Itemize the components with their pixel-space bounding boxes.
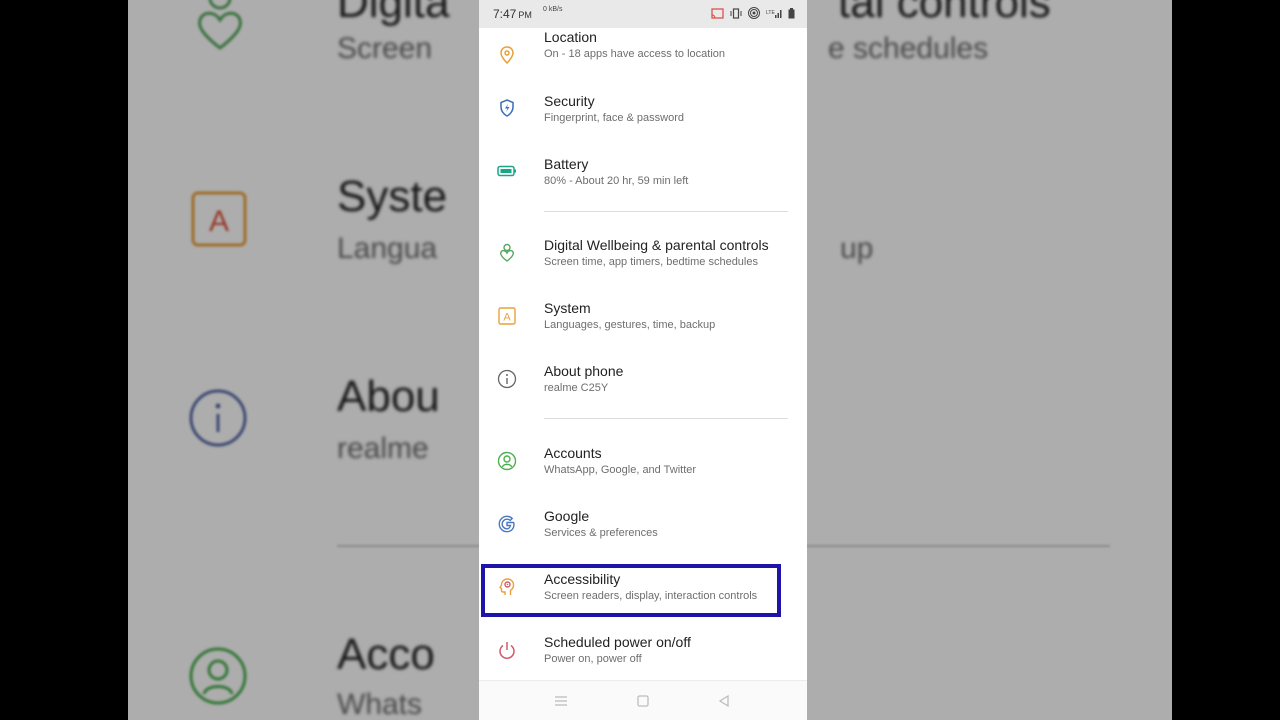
svg-text:LTE: LTE xyxy=(766,10,775,16)
bg-title-about: Abou xyxy=(337,372,440,421)
bg-system-icon: A xyxy=(191,191,247,247)
settings-item-google[interactable]: Google Services & preferences xyxy=(479,492,807,555)
google-icon xyxy=(498,515,515,532)
bg-info-icon xyxy=(189,389,247,447)
settings-item-digital-wellbeing[interactable]: Digital Wellbeing & parental controls Sc… xyxy=(479,221,807,284)
settings-item-scheduled-power[interactable]: Scheduled power on/off Power on, power o… xyxy=(479,618,807,681)
back-nav-icon[interactable] xyxy=(716,693,732,709)
bg-sub-about: realme xyxy=(337,432,429,465)
phone-screen: 7:47 PM 0 kB/s LTE Location On - 18 apps … xyxy=(479,0,807,720)
bg-accounts-icon xyxy=(189,647,247,705)
settings-item-subtitle: realme C25Y xyxy=(544,382,609,394)
accessibility-highlight-box xyxy=(481,564,781,617)
bg-title-wellbeing-right: tal controls xyxy=(838,0,1051,27)
status-time: 7:47 PM xyxy=(493,7,532,21)
settings-item-subtitle: 80% - About 20 hr, 59 min left xyxy=(544,175,689,187)
settings-item-title: About phone xyxy=(544,363,624,379)
accounts-icon xyxy=(497,451,517,470)
settings-item-title: Digital Wellbeing & parental controls xyxy=(544,237,769,253)
status-icons: LTE xyxy=(711,7,795,19)
settings-item-title: Scheduled power on/off xyxy=(544,634,691,650)
system-icon: A xyxy=(498,306,516,325)
settings-item-subtitle: Services & preferences xyxy=(544,527,658,539)
bg-sub-wellbeing-right: e schedules xyxy=(828,32,989,65)
svg-text:A: A xyxy=(209,205,229,238)
status-data-rate: 0 kB/s xyxy=(543,6,563,13)
settings-item-battery[interactable]: Battery 80% - About 20 hr, 59 min left xyxy=(479,139,807,202)
bg-sub-wellbeing: Screen xyxy=(337,32,433,65)
wellbeing-icon xyxy=(499,243,515,262)
vibrate-icon xyxy=(730,7,742,19)
settings-item-subtitle: On - 18 apps have access to location xyxy=(544,48,725,60)
bg-wellbeing-icon xyxy=(198,0,242,50)
status-time-ampm: PM xyxy=(518,10,532,20)
settings-item-title: Google xyxy=(544,508,590,524)
settings-item-subtitle: Screen time, app timers, bedtime schedul… xyxy=(544,256,758,268)
info-icon xyxy=(497,369,517,388)
settings-item-subtitle: WhatsApp, Google, and Twitter xyxy=(544,464,697,476)
settings-item-security[interactable]: Security Fingerprint, face & password xyxy=(479,76,807,139)
navigation-bar xyxy=(479,680,807,720)
settings-item-title: System xyxy=(544,300,591,316)
section-divider xyxy=(544,211,788,212)
settings-item-subtitle: Power on, power off xyxy=(544,653,642,665)
bg-title-accounts: Acco xyxy=(337,630,435,679)
signal-icon: LTE xyxy=(766,9,782,18)
battery-icon xyxy=(497,165,516,176)
bg-sub-accounts: Whats xyxy=(337,688,423,720)
settings-item-title: Security xyxy=(544,93,595,109)
settings-item-about-phone[interactable]: About phone realme C25Y xyxy=(479,347,807,410)
bg-title-system: Syste xyxy=(337,172,448,221)
settings-item-title: Location xyxy=(544,29,597,45)
bg-sub-system: Langua xyxy=(337,232,438,265)
location-icon xyxy=(500,45,514,64)
bg-sub-system-right: up xyxy=(840,232,874,265)
settings-item-title: Accounts xyxy=(544,445,602,461)
bg-title-wellbeing: Digita xyxy=(337,0,450,27)
home-nav-icon[interactable] xyxy=(635,693,651,709)
power-icon xyxy=(499,641,515,659)
settings-item-subtitle: Fingerprint, face & password xyxy=(544,112,685,124)
battery-status-icon xyxy=(788,7,795,18)
settings-item-system[interactable]: A System Languages, gestures, time, back… xyxy=(479,284,807,347)
settings-item-title: Battery xyxy=(544,156,589,172)
section-divider xyxy=(544,418,788,419)
screencast-icon xyxy=(711,7,724,19)
settings-item-subtitle: Languages, gestures, time, backup xyxy=(544,319,716,331)
menu-nav-icon[interactable] xyxy=(553,693,569,709)
hotspot-icon xyxy=(748,7,760,19)
settings-item-accounts[interactable]: Accounts WhatsApp, Google, and Twitter xyxy=(479,429,807,492)
svg-text:A: A xyxy=(503,311,511,323)
status-time-value: 7:47 xyxy=(493,7,517,21)
shield-icon xyxy=(500,98,514,117)
